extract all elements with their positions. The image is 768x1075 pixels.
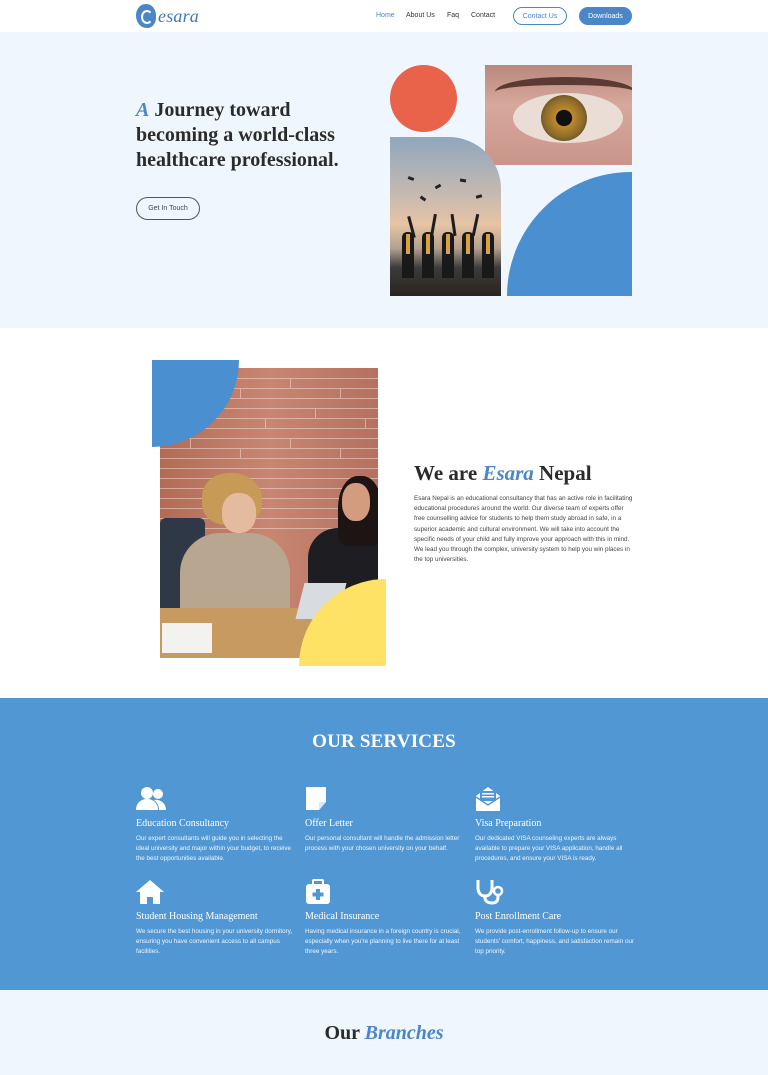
users-icon xyxy=(136,786,168,812)
nav-faq[interactable]: Faq xyxy=(447,12,459,19)
service-medical-insurance: Medical Insurance Having medical insuran… xyxy=(305,879,465,957)
about-title: We are Esara Nepal xyxy=(414,461,592,485)
hero-title: A Journey toward becoming a world-class … xyxy=(136,98,376,173)
hero-title-text: Journey toward becoming a world-class he… xyxy=(136,99,339,171)
nav-about-us[interactable]: About Us xyxy=(406,12,435,19)
branches-section: Our Branches xyxy=(0,990,768,1075)
services-section: OUR SERVICES Education Consultancy Our e… xyxy=(0,698,768,990)
medical-kit-icon xyxy=(305,879,337,905)
eye-closeup-image xyxy=(485,65,632,165)
service-post-enrollment-care: Post Enrollment Care We provide post-enr… xyxy=(475,879,635,957)
site-header: esara Home About Us Faq Contact Contact … xyxy=(0,0,768,32)
note-icon xyxy=(305,786,337,812)
services-title: OUR SERVICES xyxy=(312,731,456,752)
decorative-blue-quarter-circle xyxy=(507,172,632,296)
about-description: Esara Nepal is an educational consultanc… xyxy=(414,495,633,564)
get-in-touch-button[interactable]: Get In Touch xyxy=(136,197,200,220)
graduates-image xyxy=(390,137,501,296)
hero-section: A Journey toward becoming a world-class … xyxy=(0,32,768,328)
logo-text: esara xyxy=(158,5,199,26)
downloads-button[interactable]: Downloads xyxy=(579,7,632,25)
envelope-open-icon xyxy=(475,786,507,812)
hero-title-accent: A xyxy=(136,99,150,121)
decorative-orange-circle xyxy=(390,65,457,132)
about-title-accent: Esara xyxy=(482,461,534,485)
about-section: We are Esara Nepal Esara Nepal is an edu… xyxy=(0,328,768,698)
branches-title: Our Branches xyxy=(324,1022,444,1044)
service-visa-preparation: Visa Preparation Our dedicated VISA coun… xyxy=(475,786,635,864)
home-icon xyxy=(136,879,168,905)
contact-us-button[interactable]: Contact Us xyxy=(513,7,567,25)
service-education-consultancy: Education Consultancy Our expert consult… xyxy=(136,786,296,864)
nav-contact[interactable]: Contact xyxy=(471,12,495,19)
site-logo[interactable]: esara xyxy=(136,3,199,29)
branches-title-accent: Branches xyxy=(364,1022,444,1044)
nav-home[interactable]: Home xyxy=(376,12,395,19)
service-offer-letter: Offer Letter Our personal consultant wil… xyxy=(305,786,465,854)
service-student-housing: Student Housing Management We secure the… xyxy=(136,879,296,957)
stethoscope-icon xyxy=(475,879,507,905)
esara-logo-icon xyxy=(136,4,156,28)
